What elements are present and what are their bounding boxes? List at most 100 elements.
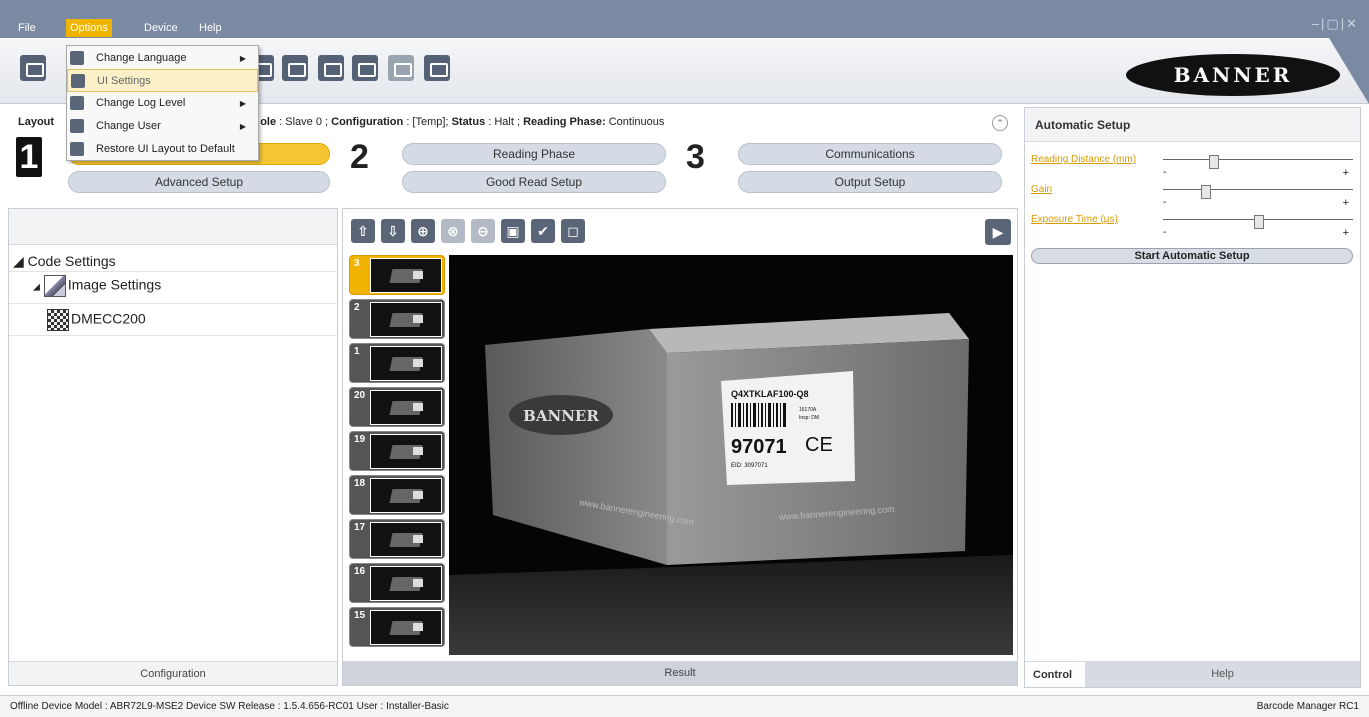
slider-thumb[interactable]: [1254, 215, 1265, 229]
tab-control[interactable]: Control: [1025, 661, 1085, 687]
configuration-tab[interactable]: Configuration: [9, 661, 337, 685]
role-label: ole: [260, 116, 277, 128]
menu-help[interactable]: Help: [195, 19, 226, 37]
thumbnail[interactable]: 20: [349, 387, 445, 427]
output-setup-button[interactable]: Output Setup: [738, 171, 1002, 193]
automatic-setup-panel: Automatic Setup Reading Distance (mm) - …: [1024, 107, 1361, 688]
arrow-down-icon[interactable]: ⇩: [381, 219, 405, 243]
communications-button[interactable]: Communications: [738, 143, 1002, 165]
thumbnail[interactable]: 17: [349, 519, 445, 559]
wrench-icon: [70, 96, 84, 110]
arrow-up-icon[interactable]: ⇧: [351, 219, 375, 243]
menu-item-change-user[interactable]: Change User ▶: [67, 115, 258, 138]
image-settings-icon: [43, 275, 66, 297]
advanced-setup-button[interactable]: Advanced Setup: [68, 171, 330, 193]
reading-phase-button[interactable]: Reading Phase: [402, 143, 666, 165]
start-automatic-setup-button[interactable]: Start Automatic Setup: [1031, 248, 1353, 264]
thumbnail-number: 15: [354, 610, 366, 621]
copy-icon[interactable]: [352, 55, 378, 81]
tree-dmecc200[interactable]: DMECC200: [47, 309, 146, 331]
thumbnail-image: [370, 258, 442, 293]
captured-image[interactable]: BANNER www.bannerengineering.com www.ban…: [449, 255, 1013, 655]
step-3-number: 3: [686, 138, 705, 176]
crop-icon[interactable]: ◻: [561, 219, 585, 243]
slider-min: -: [1163, 227, 1167, 238]
right-panel-tabs: Control Help: [1025, 661, 1360, 687]
collapse-icon[interactable]: ⌃: [992, 115, 1008, 131]
thumbnail-number: 18: [354, 478, 366, 489]
thumbnail[interactable]: 15: [349, 607, 445, 647]
tree-divider: [9, 335, 337, 336]
menu-item-label: Change User: [96, 120, 161, 132]
thumbnail-image: [370, 302, 442, 337]
status-label: Status: [451, 116, 486, 128]
thumbnail[interactable]: 16: [349, 563, 445, 603]
tab-help[interactable]: Help: [1085, 661, 1360, 687]
thumbnail[interactable]: 19: [349, 431, 445, 471]
menu-options[interactable]: Options: [66, 19, 112, 37]
save-image-icon[interactable]: ▣: [501, 219, 525, 243]
submenu-arrow-icon: ▶: [239, 54, 246, 63]
device-icon[interactable]: [20, 55, 46, 81]
send-icon[interactable]: [388, 55, 414, 81]
window-controls[interactable]: –|▢|✕: [1312, 16, 1359, 32]
user-switch-icon: [70, 119, 84, 133]
label-eid: EID: 3097071: [731, 463, 768, 469]
slider-max: +: [1342, 227, 1349, 239]
wrench-icon: [71, 74, 85, 88]
tree-image-settings[interactable]: ◢ Image Settings: [33, 275, 161, 297]
thumbnail-number: 19: [354, 434, 366, 445]
menu-item-change-log-level[interactable]: Change Log Level ▶: [67, 92, 258, 115]
status-device-info: Offline Device Model : ABR72L9-MSE2 Devi…: [10, 701, 449, 712]
menu-item-restore-ui-layout[interactable]: Restore UI Layout to Default: [67, 138, 258, 161]
check-icon[interactable]: ✔: [531, 219, 555, 243]
menu-file[interactable]: File: [14, 19, 40, 37]
tree-divider: [9, 271, 337, 272]
tree-code-settings[interactable]: ◢ Code Settings: [13, 253, 116, 270]
gain-label[interactable]: Gain: [1031, 184, 1052, 195]
menu-item-label: UI Settings: [97, 75, 151, 87]
thumbnail[interactable]: 18: [349, 475, 445, 515]
zoom-reset-icon[interactable]: ⊗: [441, 219, 465, 243]
export-icon[interactable]: [282, 55, 308, 81]
thumbnail[interactable]: 1: [349, 343, 445, 383]
status-value: : Halt ;: [488, 116, 521, 128]
automatic-setup-title: Automatic Setup: [1025, 108, 1360, 142]
submenu-arrow-icon: ▶: [239, 99, 246, 108]
result-tab[interactable]: Result: [343, 661, 1017, 685]
box-logo-text: BANNER: [523, 407, 599, 425]
gain-slider[interactable]: Gain - +: [1031, 184, 1353, 214]
thumbnail[interactable]: 2: [349, 299, 445, 339]
menu-bar: File Options Device Help –|▢|✕: [0, 0, 1369, 38]
slider-thumb[interactable]: [1208, 155, 1219, 169]
thumbnail[interactable]: 3: [349, 255, 445, 295]
label-part-code: Q4XTKLAF100-Q8: [731, 389, 809, 399]
exposure-time-label[interactable]: Exposure Time (µs): [1031, 214, 1118, 225]
reading-distance-label[interactable]: Reading Distance (mm): [1031, 154, 1136, 165]
exposure-time-slider[interactable]: Exposure Time (µs) - +: [1031, 214, 1353, 244]
thumbnail-image: [370, 346, 442, 381]
configuration-label: Configuration: [331, 116, 404, 128]
slider-thumb[interactable]: [1201, 185, 1211, 199]
good-read-setup-button[interactable]: Good Read Setup: [402, 171, 666, 193]
network-icon[interactable]: [424, 55, 450, 81]
slider-track: [1163, 215, 1353, 229]
menu-item-change-language[interactable]: Change Language ▶: [67, 47, 258, 70]
configuration-panel-header: [9, 209, 337, 245]
image-settings-label: Image Settings: [67, 276, 162, 293]
play-icon[interactable]: ▶: [985, 219, 1011, 245]
expand-arrow-icon[interactable]: ◢: [33, 282, 40, 292]
zoom-out-icon[interactable]: ⊖: [471, 219, 495, 243]
datamatrix-icon: [47, 309, 69, 331]
zoom-in-icon[interactable]: ⊕: [411, 219, 435, 243]
thumbnail-image: [370, 566, 442, 601]
import-icon[interactable]: [318, 55, 344, 81]
thumbnail-image: [370, 522, 442, 557]
reading-distance-slider[interactable]: Reading Distance (mm) - +: [1031, 154, 1353, 184]
menu-item-ui-settings[interactable]: UI Settings: [67, 69, 258, 92]
menu-device[interactable]: Device: [140, 19, 182, 37]
banner-logo: BANNER: [1126, 54, 1340, 96]
step-1-number: 1: [16, 137, 42, 177]
thumbnail-image: [370, 390, 442, 425]
thumbnail-number: 2: [354, 302, 360, 313]
